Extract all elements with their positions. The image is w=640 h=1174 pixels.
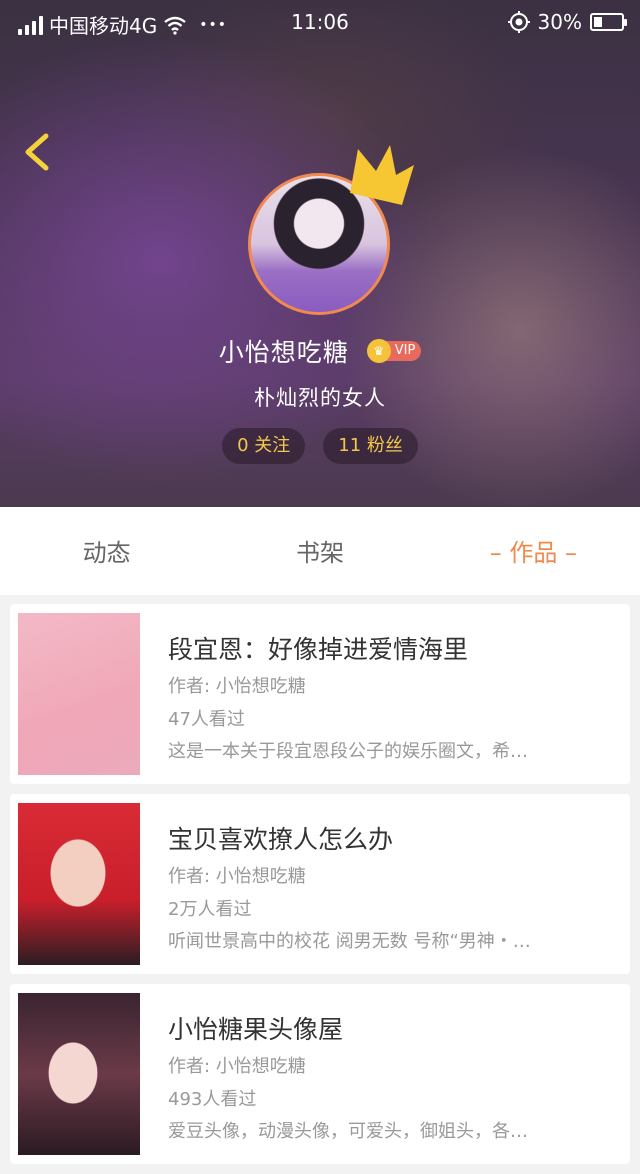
list-item[interactable]: 段宜恩：好像掉进爱情海里 作者: 小怡想吃糖 47人看过 这是一本关于段宜恩段公… <box>10 604 630 784</box>
status-bar: 中国移动4G ••• 11:06 30% <box>0 0 640 44</box>
vip-crown-icon: ♛ <box>366 339 391 363</box>
tab-works[interactable]: – 作品 – <box>427 507 640 595</box>
book-title: 宝贝喜欢撩人怎么办 <box>168 825 394 854</box>
battery-percent: 30% <box>537 10 582 34</box>
list-item[interactable]: 小怡糖果头像屋 作者: 小怡想吃糖 493人看过 爱豆头像，动漫头像，可爱头，御… <box>10 984 630 1164</box>
book-title: 段宜恩：好像掉进爱情海里 <box>168 635 469 664</box>
username: 小怡想吃糖 <box>218 338 349 367</box>
book-description: 爱豆头像，动漫头像，可爱头，御姐头，各… <box>168 1121 528 1142</box>
works-list: 段宜恩：好像掉进爱情海里 作者: 小怡想吃糖 47人看过 这是一本关于段宜恩段公… <box>10 604 630 1174</box>
book-author: 作者: 小怡想吃糖 <box>168 866 306 887</box>
back-chevron-icon[interactable] <box>18 130 58 174</box>
battery-icon <box>590 13 627 31</box>
crown-icon <box>350 145 414 205</box>
book-cover[interactable] <box>18 803 140 965</box>
book-description: 听闻世景高中的校花 阅男无数 号称“男神・… <box>168 931 531 952</box>
list-item[interactable]: 宝贝喜欢撩人怎么办 作者: 小怡想吃糖 2万人看过 听闻世景高中的校花 阅男无数… <box>10 794 630 974</box>
book-views: 47人看过 <box>168 709 245 730</box>
book-views: 2万人看过 <box>168 899 252 920</box>
book-title: 小怡糖果头像屋 <box>168 1015 344 1044</box>
book-cover[interactable] <box>18 613 140 775</box>
profile-header: 中国移动4G ••• 11:06 30% 小怡想吃糖 ♛ VIP 朴灿烈的女人 … <box>0 0 640 507</box>
location-icon <box>507 11 530 33</box>
tab-bookshelf[interactable]: 书架 <box>213 507 426 595</box>
book-cover[interactable] <box>18 993 140 1155</box>
profile-signature: 朴灿烈的女人 <box>254 386 386 410</box>
book-author: 作者: 小怡想吃糖 <box>168 676 306 697</box>
book-views: 493人看过 <box>168 1089 257 1110</box>
tab-activity[interactable]: 动态 <box>0 507 213 595</box>
following-count-button[interactable]: 0 关注 <box>222 428 306 464</box>
vip-badge: ♛ VIP <box>366 339 422 363</box>
profile-tabs: 动态 书架 – 作品 – <box>0 507 640 595</box>
book-description: 这是一本关于段宜恩段公子的娱乐圈文，希… <box>168 741 528 762</box>
book-author: 作者: 小怡想吃糖 <box>168 1056 306 1077</box>
followers-count-button[interactable]: 11 粉丝 <box>323 428 418 464</box>
